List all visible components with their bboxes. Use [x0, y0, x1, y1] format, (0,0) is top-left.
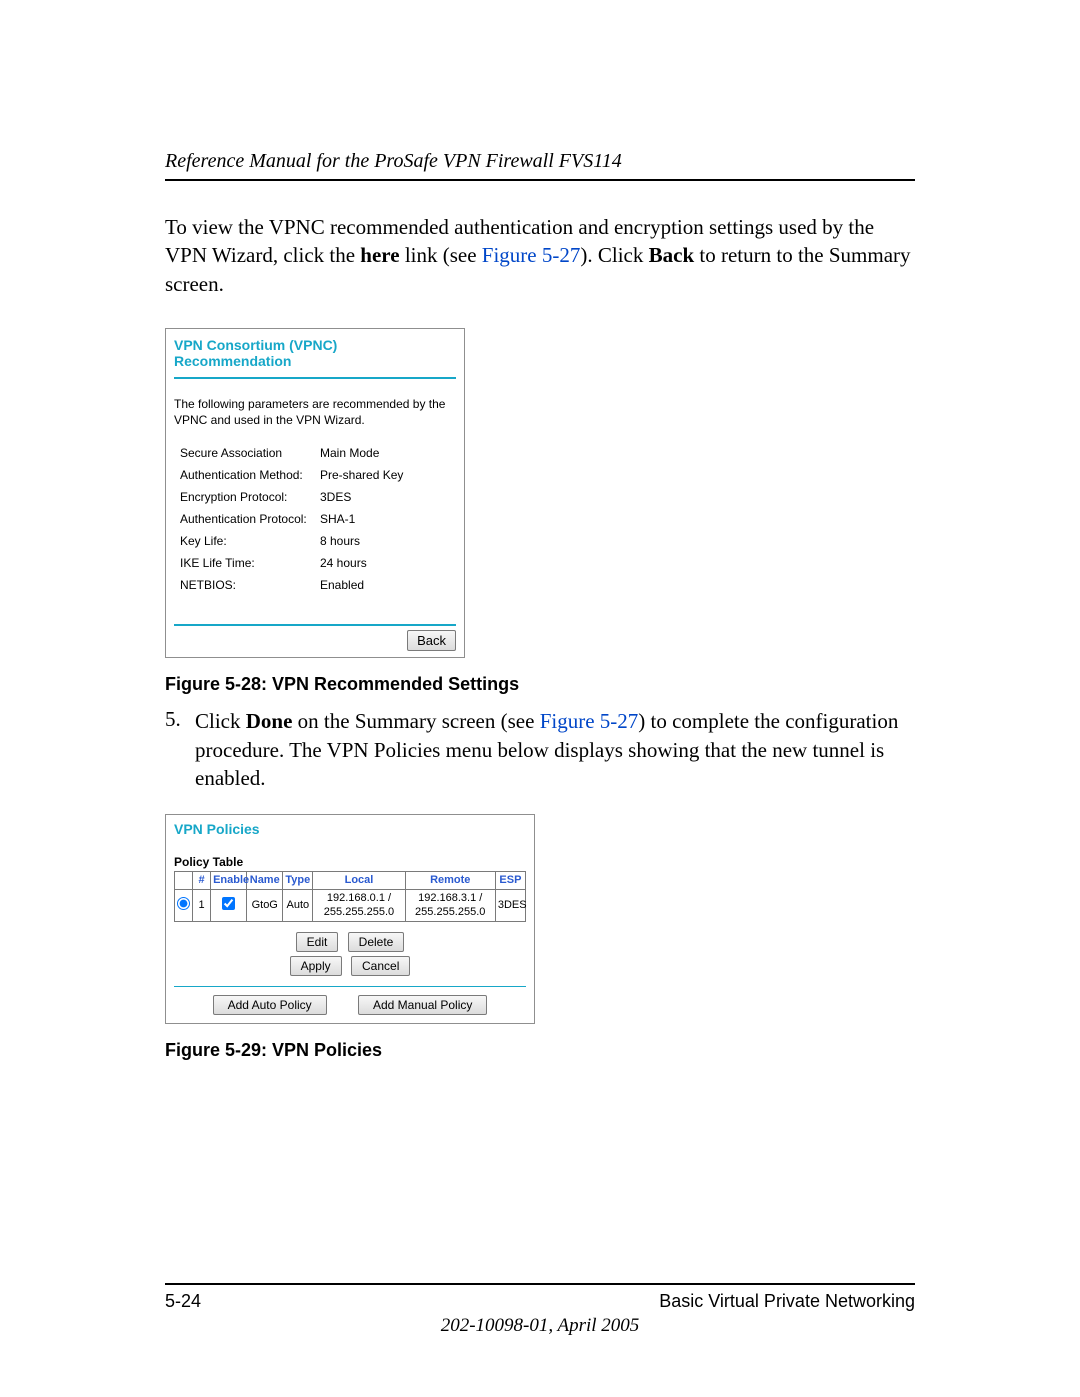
col-name: Name [247, 872, 283, 890]
footer-rule [165, 1283, 915, 1285]
page-footer: 5-24 Basic Virtual Private Networking [165, 1274, 915, 1312]
back-button[interactable]: Back [407, 630, 456, 651]
col-enable: Enable [211, 872, 247, 890]
running-header: Reference Manual for the ProSafe VPN Fir… [165, 150, 915, 181]
col-local: Local [313, 872, 405, 890]
vpnc-panel-title: VPN Consortium (VPNC) Recommendation [174, 337, 456, 379]
param-value: 3DES [320, 490, 351, 504]
param-value: 24 hours [320, 556, 367, 570]
step5-text-1: Click [195, 709, 246, 733]
param-value: 8 hours [320, 534, 360, 548]
figure-5-27-ref-2[interactable]: Figure 5-27 [540, 709, 639, 733]
param-label: Secure Association [180, 446, 320, 460]
cell-type: Auto [283, 890, 313, 921]
intro-text-2: link (see [400, 243, 482, 267]
vpnc-parameter-list: Secure AssociationMain Mode Authenticati… [174, 442, 456, 596]
intro-paragraph: To view the VPNC recommended authenticat… [165, 213, 915, 298]
param-row-encryption: Encryption Protocol:3DES [180, 486, 456, 508]
cell-local: 192.168.0.1 / 255.255.255.0 [313, 890, 405, 921]
cell-name: GtoG [247, 890, 283, 921]
param-value: Enabled [320, 578, 364, 592]
param-label: IKE Life Time: [180, 556, 320, 570]
param-row-secure-association: Secure AssociationMain Mode [180, 442, 456, 464]
add-auto-policy-button[interactable]: Add Auto Policy [213, 995, 327, 1015]
table-row: 1 GtoG Auto 192.168.0.1 / 255.255.255.0 … [175, 890, 526, 921]
figure-5-29-caption: Figure 5-29: VPN Policies [165, 1040, 915, 1061]
cell-select[interactable] [175, 890, 193, 921]
col-remote: Remote [405, 872, 495, 890]
vpnc-recommendation-panel: VPN Consortium (VPNC) Recommendation The… [165, 328, 465, 658]
policy-table-label: Policy Table [174, 855, 526, 869]
vpn-policies-divider [174, 986, 526, 987]
cell-num: 1 [193, 890, 211, 921]
step-5: 5. Click Done on the Summary screen (see… [165, 707, 915, 792]
row-select-radio[interactable] [177, 897, 190, 910]
back-word: Back [649, 243, 695, 267]
add-manual-policy-button[interactable]: Add Manual Policy [358, 995, 487, 1015]
table-header-row: # Enable Name Type Local Remote ESP [175, 872, 526, 890]
param-label: Authentication Method: [180, 468, 320, 482]
cell-remote: 192.168.3.1 / 255.255.255.0 [405, 890, 495, 921]
param-value: Pre-shared Key [320, 468, 403, 482]
param-label: Encryption Protocol: [180, 490, 320, 504]
vpnc-divider [174, 624, 456, 626]
apply-button[interactable]: Apply [290, 956, 342, 976]
cell-esp: 3DES [495, 890, 525, 921]
step-number: 5. [165, 707, 195, 792]
page-number: 5-24 [165, 1291, 201, 1312]
intro-text-3: ). Click [580, 243, 648, 267]
cancel-button[interactable]: Cancel [351, 956, 410, 976]
cell-enable[interactable] [211, 890, 247, 921]
figure-5-27-ref-1[interactable]: Figure 5-27 [482, 243, 581, 267]
vpn-policies-panel: VPN Policies Policy Table # Enable Name … [165, 814, 535, 1024]
param-value: SHA-1 [320, 512, 355, 526]
col-esp: ESP [495, 872, 525, 890]
row-enable-checkbox[interactable] [222, 897, 235, 910]
here-word: here [360, 243, 399, 267]
param-value: Main Mode [320, 446, 379, 460]
param-row-key-life: Key Life:8 hours [180, 530, 456, 552]
param-label: NETBIOS: [180, 578, 320, 592]
param-row-ike-life: IKE Life Time:24 hours [180, 552, 456, 574]
step5-text-2: on the Summary screen (see [292, 709, 539, 733]
param-label: Key Life: [180, 534, 320, 548]
policy-table: # Enable Name Type Local Remote ESP 1 Gt… [174, 871, 526, 922]
delete-button[interactable]: Delete [348, 932, 405, 952]
param-row-netbios: NETBIOS:Enabled [180, 574, 456, 596]
col-num: # [193, 872, 211, 890]
param-row-auth-method: Authentication Method:Pre-shared Key [180, 464, 456, 486]
col-select [175, 872, 193, 890]
done-word: Done [246, 709, 293, 733]
section-title: Basic Virtual Private Networking [659, 1291, 915, 1312]
param-row-auth-protocol: Authentication Protocol:SHA-1 [180, 508, 456, 530]
doc-id-footer: 202-10098-01, April 2005 [0, 1315, 1080, 1337]
vpnc-panel-intro: The following parameters are recommended… [174, 397, 456, 428]
vpn-policies-title: VPN Policies [174, 821, 526, 837]
figure-5-28-caption: Figure 5-28: VPN Recommended Settings [165, 674, 915, 695]
col-type: Type [283, 872, 313, 890]
param-label: Authentication Protocol: [180, 512, 320, 526]
edit-button[interactable]: Edit [296, 932, 339, 952]
